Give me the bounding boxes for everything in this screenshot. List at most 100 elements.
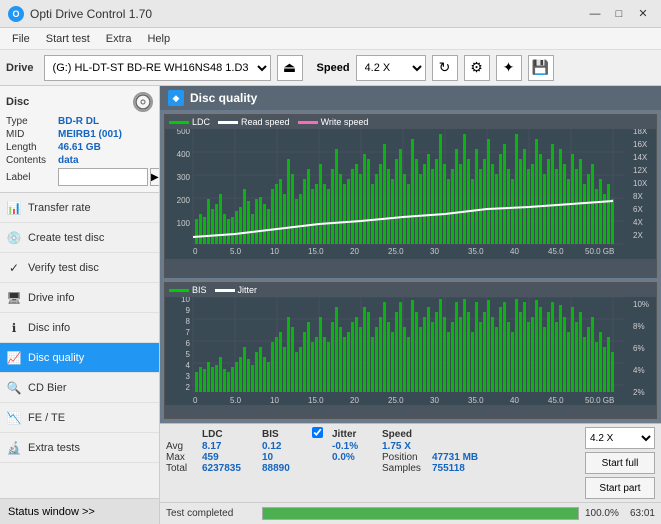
- start-part-button[interactable]: Start part: [585, 477, 655, 499]
- avg-jitter: -0.1%: [332, 441, 382, 452]
- progress-bar-fill: [263, 508, 578, 519]
- speed-label: Speed: [317, 62, 350, 74]
- eject-button[interactable]: ⏏: [277, 55, 303, 81]
- samples-value: 755118: [432, 463, 567, 474]
- time-label: 63:01: [630, 508, 655, 519]
- content-area: ◆ Disc quality LDC Read: [160, 86, 661, 524]
- svg-text:9: 9: [186, 306, 191, 315]
- disc-icon[interactable]: [133, 92, 153, 112]
- avg-label: Avg: [166, 441, 202, 452]
- max-jitter: 0.0%: [332, 452, 382, 463]
- disc-length-value: 46.61 GB: [58, 142, 101, 153]
- menu-extra[interactable]: Extra: [98, 31, 140, 47]
- svg-text:4%: 4%: [633, 366, 645, 375]
- nav-disc-quality[interactable]: 📈 Disc quality: [0, 343, 159, 373]
- nav-fe-te[interactable]: 📉 FE / TE: [0, 403, 159, 433]
- verify-test-disc-icon: ✓: [6, 260, 22, 276]
- drive-select[interactable]: (G:) HL-DT-ST BD-RE WH16NS48 1.D3: [44, 55, 271, 81]
- app-title: Opti Drive Control 1.70: [30, 7, 152, 21]
- svg-text:500: 500: [177, 129, 191, 136]
- bottom-chart-svg: 10 9 8 7 6 5 4 3 2 10% 8% 6% 4%: [165, 297, 656, 405]
- svg-text:10: 10: [270, 247, 279, 256]
- svg-text:200: 200: [177, 196, 191, 205]
- nav-extra-tests[interactable]: 🔬 Extra tests: [0, 433, 159, 463]
- svg-text:8X: 8X: [633, 192, 643, 201]
- svg-text:300: 300: [177, 173, 191, 182]
- col-jitter-header: Jitter: [332, 427, 382, 441]
- nav-transfer-rate[interactable]: 📊 Transfer rate: [0, 193, 159, 223]
- close-button[interactable]: ✕: [633, 4, 653, 24]
- svg-text:8%: 8%: [633, 322, 645, 331]
- erase-button[interactable]: ✦: [496, 55, 522, 81]
- disc-label-input[interactable]: [58, 168, 148, 186]
- svg-text:50.0 GB: 50.0 GB: [585, 247, 614, 256]
- nav-verify-test-disc[interactable]: ✓ Verify test disc: [0, 253, 159, 283]
- settings-button[interactable]: ⚙: [464, 55, 490, 81]
- svg-text:18X: 18X: [633, 129, 648, 136]
- jitter-color: [215, 289, 235, 292]
- bottom-chart-legend: BIS Jitter: [165, 283, 656, 297]
- svg-text:0: 0: [193, 247, 198, 256]
- status-window-button[interactable]: Status window >>: [0, 498, 159, 524]
- nav-create-test-disc[interactable]: 💿 Create test disc: [0, 223, 159, 253]
- nav-cd-bier[interactable]: 🔍 CD Bier: [0, 373, 159, 403]
- legend-jitter: Jitter: [215, 285, 258, 295]
- menu-help[interactable]: Help: [139, 31, 178, 47]
- disc-quality-icon: 📈: [6, 350, 22, 366]
- jitter-checkbox[interactable]: [312, 427, 323, 438]
- start-full-button[interactable]: Start full: [585, 452, 655, 474]
- save-button[interactable]: 💾: [528, 55, 554, 81]
- create-test-disc-icon: 💿: [6, 230, 22, 246]
- total-label: Total: [166, 463, 202, 474]
- svg-text:400: 400: [177, 150, 191, 159]
- disc-mid-value: MEIRB1 (001): [58, 129, 122, 140]
- read-speed-color: [218, 121, 238, 124]
- menu-file[interactable]: File: [4, 31, 38, 47]
- svg-text:30: 30: [430, 396, 439, 405]
- stats-panel: LDC BIS Jitter Speed Avg 8.17 0.12 -0.1%: [160, 423, 661, 502]
- total-bis: 88890: [262, 463, 312, 474]
- col-ldc-header: LDC: [202, 427, 262, 441]
- disc-panel: Disc Type BD-R DL MID MEIRB1 (001): [0, 86, 159, 193]
- speed-select[interactable]: 4.2 X Max 2.0 X 1.0 X: [356, 55, 426, 81]
- disc-label-go-button[interactable]: ▶: [150, 168, 160, 186]
- svg-text:4X: 4X: [633, 218, 643, 227]
- svg-text:14X: 14X: [633, 153, 648, 162]
- refresh-button[interactable]: ↻: [432, 55, 458, 81]
- nav-drive-info[interactable]: 🖥 Drive info: [0, 283, 159, 313]
- disc-panel-title: Disc: [6, 96, 29, 108]
- cd-bier-icon: 🔍: [6, 380, 22, 396]
- title-bar: O Opti Drive Control 1.70 — □ ✕: [0, 0, 661, 28]
- svg-text:0: 0: [193, 396, 198, 405]
- bottom-chart: BIS Jitter: [164, 282, 657, 419]
- nav-disc-info[interactable]: ℹ Disc info: [0, 313, 159, 343]
- svg-text:3: 3: [186, 372, 191, 381]
- svg-text:7: 7: [186, 328, 191, 337]
- svg-text:20: 20: [350, 396, 359, 405]
- svg-text:30: 30: [430, 247, 439, 256]
- legend-bis: BIS: [169, 285, 207, 295]
- minimize-button[interactable]: —: [585, 4, 605, 24]
- legend-write-speed: Write speed: [298, 117, 369, 127]
- svg-text:6: 6: [186, 339, 191, 348]
- progress-label: 100.0%: [585, 508, 630, 519]
- top-chart-legend: LDC Read speed Write speed: [165, 115, 656, 129]
- bis-color: [169, 289, 189, 292]
- disc-length-row: Length 46.61 GB: [6, 142, 153, 153]
- fe-te-icon: 📉: [6, 410, 22, 426]
- svg-text:25.0: 25.0: [388, 396, 404, 405]
- quality-speed-select[interactable]: 4.2 X: [585, 427, 655, 449]
- svg-text:20: 20: [350, 247, 359, 256]
- svg-text:10X: 10X: [633, 179, 648, 188]
- extra-tests-icon: 🔬: [6, 440, 22, 456]
- max-bis: 10: [262, 452, 312, 463]
- stats-avg-row: Avg 8.17 0.12 -0.1% 1.75 X: [166, 441, 567, 452]
- svg-text:2X: 2X: [633, 231, 643, 240]
- maximize-button[interactable]: □: [609, 4, 629, 24]
- status-text: Test completed: [166, 508, 256, 519]
- toolbar: Drive (G:) HL-DT-ST BD-RE WH16NS48 1.D3 …: [0, 50, 661, 86]
- svg-text:35.0: 35.0: [468, 396, 484, 405]
- menu-start-test[interactable]: Start test: [38, 31, 98, 47]
- svg-text:6X: 6X: [633, 205, 643, 214]
- svg-text:8: 8: [186, 317, 191, 326]
